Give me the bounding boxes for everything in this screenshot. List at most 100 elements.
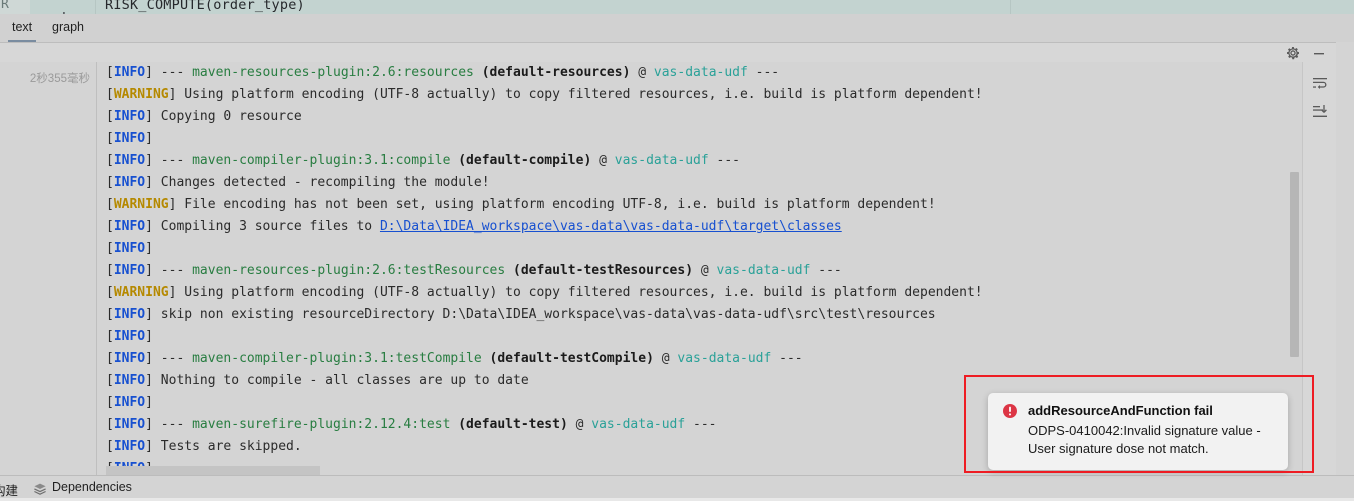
console-log-line: [INFO] skip non existing resourceDirecto…: [97, 304, 1287, 326]
minimize-icon[interactable]: [1311, 45, 1327, 61]
log-token-plain: Nothing to compile - all classes are up …: [160, 373, 529, 388]
console-side-toolbar: [1302, 62, 1337, 476]
log-token-plain: @: [567, 417, 592, 432]
tab-text[interactable]: text: [8, 14, 37, 42]
log-token-bracket: [: [106, 285, 114, 300]
log-token-bracket: [: [106, 263, 114, 278]
log-token-bracket: [: [106, 351, 114, 366]
log-token-plugin: maven-compiler-plugin:3.1:compile: [192, 153, 459, 168]
log-token-exec: (default-testCompile): [489, 351, 654, 366]
log-token-bracket: [: [106, 241, 114, 256]
error-notification-balloon[interactable]: addResourceAndFunction fail ODPS-0410042…: [988, 393, 1288, 470]
log-token-exec: (default-test): [458, 417, 568, 432]
editor-row-marker: R: [1, 0, 9, 12]
log-token-bracket: ]: [145, 329, 153, 344]
log-token-bracket: [: [106, 329, 114, 344]
log-token-bracket: ]: [145, 307, 161, 322]
soft-wrap-icon[interactable]: [1311, 74, 1329, 92]
log-token-bracket: [: [106, 65, 114, 80]
log-token-bracket: [: [106, 175, 114, 190]
console-log-line: [INFO] Copying 0 resource: [97, 106, 1287, 128]
log-token-plain: Using platform encoding (UTF-8 actually)…: [184, 87, 983, 102]
status-dependencies-label[interactable]: Dependencies: [52, 480, 132, 494]
log-token-link[interactable]: D:\Data\IDEA_workspace\vas-data\vas-data…: [380, 219, 842, 234]
console-log-line: [INFO] --- maven-resources-plugin:2.6:re…: [97, 62, 1287, 84]
log-token-warning: WARNING: [113, 197, 169, 212]
console-log-line: [INFO] --- maven-compiler-plugin:3.1:tes…: [97, 348, 1287, 370]
tab-graph[interactable]: graph: [48, 14, 88, 42]
log-token-module: vas-data-udf: [653, 65, 748, 80]
log-token-bracket: [: [106, 109, 114, 124]
log-token-plain: Copying 0 resource: [160, 109, 302, 124]
log-token-warning: WARNING: [113, 285, 169, 300]
console-log-line: [INFO]: [97, 238, 1287, 260]
log-token-plugin: maven-surefire-plugin:2.12.4:test: [192, 417, 459, 432]
log-token-bracket: ]: [168, 197, 185, 212]
view-mode-tabbar: text graph: [0, 14, 1354, 42]
log-token-plain: skip non existing resourceDirectory D:\D…: [160, 307, 936, 322]
build-duration-label: 2秒355毫秒: [29, 73, 90, 85]
log-token-bracket: ]: [145, 131, 153, 146]
console-log-line: [INFO]: [97, 326, 1287, 348]
log-token-info: INFO: [113, 417, 146, 432]
log-token-bracket: ]: [145, 175, 161, 190]
log-token-plain: @: [653, 351, 678, 366]
console-log-line: [INFO] Compiling 3 source files to D:\Da…: [97, 216, 1287, 238]
console-log-line: [WARNING] File encoding has not been set…: [97, 194, 1287, 216]
log-token-bracket: [: [106, 439, 114, 454]
log-token-plain: Tests are skipped.: [160, 439, 302, 454]
log-token-info: INFO: [113, 307, 146, 322]
log-token-info: INFO: [113, 153, 146, 168]
log-token-plain: Changes detected - recompiling the modul…: [160, 175, 490, 190]
log-token-module: vas-data-udf: [677, 351, 772, 366]
log-token-exec: (default-testResources): [513, 263, 694, 278]
log-token-bracket: ]: [145, 109, 161, 124]
log-token-exec: (default-resources): [481, 65, 631, 80]
log-token-exec: (default-compile): [458, 153, 592, 168]
log-token-info: INFO: [113, 131, 146, 146]
console-log-line: [WARNING] Using platform encoding (UTF-8…: [97, 84, 1287, 106]
error-icon: [1002, 403, 1018, 419]
log-token-bracket: [: [106, 307, 114, 322]
log-token-plain: ---: [810, 263, 842, 278]
log-token-bracket: [: [106, 87, 114, 102]
log-token-info: INFO: [113, 175, 146, 190]
idea-build-console-window: R . RISK_COMPUTE(order_type) text graph …: [0, 0, 1354, 501]
console-log-line: [WARNING] Using platform encoding (UTF-8…: [97, 282, 1287, 304]
layers-icon: [33, 482, 47, 496]
notification-title: addResourceAndFunction fail: [1028, 403, 1213, 418]
log-token-plain: @: [591, 153, 615, 168]
log-token-plain: Compiling 3 source files to: [160, 219, 380, 234]
log-token-plain: ---: [160, 263, 193, 278]
log-token-plain: ---: [708, 153, 741, 168]
console-scrollbar-thumb[interactable]: [1290, 172, 1299, 357]
log-token-bracket: ]: [145, 153, 161, 168]
log-token-bracket: ]: [145, 395, 153, 410]
notification-message: ODPS-0410042:Invalid signature value - U…: [1028, 423, 1261, 456]
log-token-bracket: ]: [145, 219, 161, 234]
scroll-to-end-icon[interactable]: [1311, 102, 1329, 120]
console-time-gutter: 2秒355毫秒: [0, 62, 97, 476]
log-token-plugin: maven-resources-plugin:2.6:resources: [192, 65, 482, 80]
log-token-plain: ---: [160, 351, 193, 366]
log-token-info: INFO: [113, 373, 146, 388]
log-token-bracket: ]: [145, 373, 161, 388]
status-build-label[interactable]: 构建: [0, 480, 18, 499]
log-token-plain: ---: [160, 417, 193, 432]
gear-icon[interactable]: [1285, 45, 1301, 61]
log-token-plain: ---: [160, 65, 193, 80]
log-token-bracket: [: [106, 373, 114, 388]
editor-column-divider-right: [1010, 0, 1011, 14]
log-token-plain: Using platform encoding (UTF-8 actually)…: [184, 285, 983, 300]
log-token-module: vas-data-udf: [716, 263, 811, 278]
console-log-line: [INFO]: [97, 128, 1287, 150]
log-token-plain: @: [693, 263, 717, 278]
log-token-bracket: [: [106, 153, 114, 168]
notification-title-row: addResourceAndFunction fail: [1002, 403, 1274, 419]
log-token-bracket: ]: [145, 351, 161, 366]
log-token-bracket: ]: [145, 263, 161, 278]
log-token-bracket: [: [106, 395, 114, 410]
log-token-module: vas-data-udf: [614, 153, 709, 168]
log-token-plain: ---: [771, 351, 803, 366]
editor-column-divider-left: [95, 0, 96, 14]
